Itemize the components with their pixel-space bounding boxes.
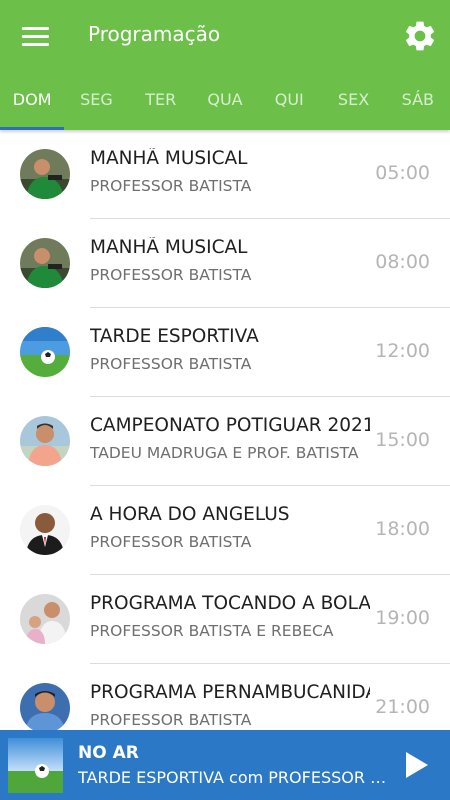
program-avatar [20,416,70,466]
page-title: Programação [88,22,221,46]
schedule-item[interactable]: PROGRAMA PERNAMBUCANIDADE PROFESSOR BATI… [0,664,450,730]
soccer-ball-field-image [20,327,70,377]
schedule-list[interactable]: MANHÃ MUSICAL PROFESSOR BATISTA 05:00 MA… [0,130,450,730]
program-time: 19:00 [375,607,430,629]
program-title: MANHÃ MUSICAL [90,148,248,169]
soccer-ball-field-image [8,738,63,793]
schedule-item[interactable]: CAMPEONATO POTIGUAR 2021 TADEU MADRUGA E… [0,397,450,486]
program-time: 08:00 [375,251,430,273]
tab-qui[interactable]: QUI [257,74,321,130]
menu-button[interactable] [14,18,56,54]
now-playing-thumbnail [8,738,63,793]
program-avatar [20,238,70,288]
program-host: TADEU MADRUGA E PROF. BATISTA [90,444,359,462]
menu-icon [21,26,49,30]
settings-button[interactable] [400,14,440,58]
program-title: TARDE ESPORTIVA [90,326,259,347]
host-photo-green-shirt [20,149,70,199]
program-title: MANHÃ MUSICAL [90,237,248,258]
program-time: 15:00 [375,429,430,451]
program-time: 05:00 [375,162,430,184]
play-icon[interactable] [404,750,430,780]
tab-qua[interactable]: QUA [193,74,257,130]
program-avatar [20,683,70,730]
host-photo-green-shirt [20,238,70,288]
program-title: PROGRAMA TOCANDO A BOLA [90,593,370,614]
program-title: A HORA DO ANGELUS [90,504,290,525]
program-time: 21:00 [375,696,430,718]
host-photo-blue-shirt [20,683,70,730]
host-photo-suit [20,505,70,555]
program-time: 12:00 [375,340,430,362]
tab-seg[interactable]: SEG [64,74,128,130]
on-air-label: NO AR [78,743,139,763]
tab-ter[interactable]: TER [129,74,193,130]
host-photo-pink-shirt [20,416,70,466]
schedule-item[interactable]: TARDE ESPORTIVA PROFESSOR BATISTA 12:00 [0,308,450,397]
program-avatar [20,594,70,644]
schedule-item[interactable]: PROGRAMA TOCANDO A BOLA PROFESSOR BATIST… [0,575,450,664]
tab-dom[interactable]: DOM [0,74,65,130]
program-host: PROFESSOR BATISTA E REBECA [90,622,334,640]
program-host: PROFESSOR BATISTA [90,266,252,284]
program-host: PROFESSOR BATISTA [90,711,252,729]
now-playing-bar[interactable]: NO AR TARDE ESPORTIVA com PROFESSOR BATI… [0,730,450,800]
program-title: CAMPEONATO POTIGUAR 2021 [90,415,370,436]
program-title: PROGRAMA PERNAMBUCANIDADE [90,682,370,703]
on-air-program: TARDE ESPORTIVA com PROFESSOR BATISTA [78,768,388,787]
program-host: PROFESSOR BATISTA [90,355,252,373]
program-time: 18:00 [375,518,430,540]
schedule-item[interactable]: MANHÃ MUSICAL PROFESSOR BATISTA 08:00 [0,219,450,308]
program-avatar [20,505,70,555]
program-avatar [20,149,70,199]
tab-sex[interactable]: SEX [321,74,385,130]
schedule-item[interactable]: MANHÃ MUSICAL PROFESSOR BATISTA 05:00 [0,130,450,219]
hosts-photo-pair [20,594,70,644]
schedule-item[interactable]: A HORA DO ANGELUS PROFESSOR BATISTA 18:0… [0,486,450,575]
day-tabs: DOM SEG TER QUA QUI SEX SÁB [0,74,450,130]
gear-icon [405,21,435,51]
program-avatar [20,327,70,377]
program-host: PROFESSOR BATISTA [90,177,252,195]
program-host: PROFESSOR BATISTA [90,533,252,551]
tab-sáb[interactable]: SÁB [386,74,450,130]
app-bar: Programação DOM SEG TER QUA QUI SEX SÁB [0,0,450,130]
